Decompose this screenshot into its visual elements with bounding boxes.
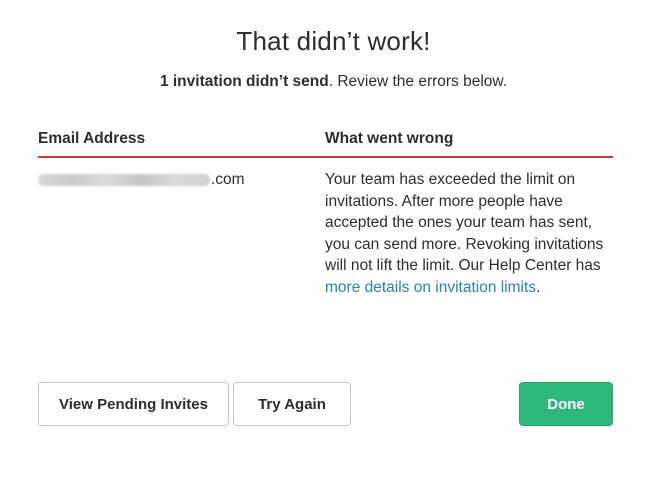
redacted-email [38, 173, 210, 186]
error-cell: Your team has exceeded the limit on invi… [325, 169, 613, 298]
table-header: Email Address What went wrong [38, 130, 613, 158]
errors-table: Email Address What went wrong .com Your … [38, 130, 613, 298]
error-message: Your team has exceeded the limit on invi… [325, 171, 604, 274]
view-pending-invites-button[interactable]: View Pending Invites [38, 382, 229, 426]
invitation-limits-link[interactable]: more details on invitation limits [325, 279, 536, 296]
table-row: .com Your team has exceeded the limit on… [38, 158, 613, 298]
subtitle-rest: . Review the errors below. [328, 73, 508, 90]
email-domain-suffix: .com [211, 171, 245, 188]
try-again-button[interactable]: Try Again [233, 382, 351, 426]
dialog-title: That didn’t work! [236, 26, 431, 56]
error-message-end: . [536, 278, 541, 296]
subtitle-count: 1 invitation didn’t send [159, 73, 329, 90]
invitation-error-dialog: That didn’t work! 1 invitation didn’t se… [0, 0, 667, 500]
done-button[interactable]: Done [519, 382, 613, 426]
dialog-subtitle: 1 invitation didn’t send. Review the err… [0, 73, 667, 91]
email-cell: .com [38, 169, 325, 191]
header-what-went-wrong: What went wrong [325, 130, 454, 147]
header-email-address: Email Address [38, 130, 146, 147]
